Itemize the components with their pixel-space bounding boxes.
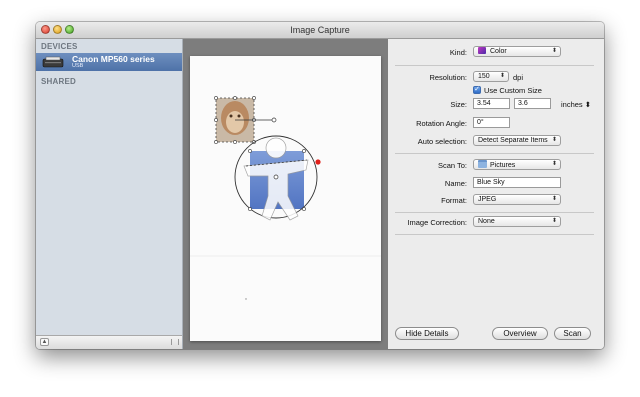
device-connection: USB xyxy=(72,63,84,69)
detected-photo-blue-sky[interactable] xyxy=(234,135,321,221)
name-label: Name: xyxy=(444,179,467,188)
image-capture-window: Image Capture DEVICES Canon MP560 series… xyxy=(36,22,604,349)
device-name: Canon MP560 series xyxy=(72,54,155,64)
eject-icon[interactable]: ▲ xyxy=(40,338,49,346)
auto-selection-label: Auto selection: xyxy=(417,137,467,146)
resize-grip-icon[interactable] xyxy=(171,339,179,345)
popup-arrows-icon: ⬍ xyxy=(499,73,505,79)
rotation-handle-icon xyxy=(315,159,321,165)
scan-to-label: Scan To: xyxy=(437,161,467,170)
sidebar-bottom-bar: ▲ xyxy=(36,335,182,349)
popup-arrows-icon: ⬍ xyxy=(551,137,557,143)
auto-selection-popup[interactable]: Detect Separate Items ⬍ xyxy=(473,135,561,146)
rotation-angle-label: Rotation Angle: xyxy=(416,119,467,128)
use-custom-size-label: Use Custom Size xyxy=(484,86,542,95)
separator xyxy=(395,153,594,154)
folder-icon xyxy=(478,160,487,168)
size-width-field[interactable]: 3.54 xyxy=(473,98,510,109)
hide-details-button[interactable]: Hide Details xyxy=(395,327,459,340)
title-bar: Image Capture xyxy=(36,22,604,39)
image-correction-value: None xyxy=(478,218,495,225)
zoom-window-button[interactable] xyxy=(65,25,74,34)
scan-to-popup[interactable]: Pictures ⬍ xyxy=(473,159,561,170)
scan-button[interactable]: Scan xyxy=(554,327,591,340)
popup-arrows-icon: ⬍ xyxy=(551,196,557,202)
size-unit-popup[interactable]: inches ⬍ xyxy=(561,100,591,109)
minimize-window-button[interactable] xyxy=(53,25,62,34)
format-label: Format: xyxy=(441,196,467,205)
resolution-unit: dpi xyxy=(513,73,524,82)
name-field[interactable]: Blue Sky xyxy=(473,177,561,188)
popup-arrows-icon: ⬍ xyxy=(584,100,592,109)
popup-arrows-icon: ⬍ xyxy=(551,218,557,224)
scan-settings-panel: Kind: Color ⬍ Resolution: 150 ⬍ dpi ✓ Us… xyxy=(389,39,604,349)
size-unit-value: inches xyxy=(561,100,583,109)
separator xyxy=(395,65,594,66)
devices-header: DEVICES xyxy=(41,42,78,51)
size-height-field[interactable]: 3.6 xyxy=(514,98,551,109)
close-window-button[interactable] xyxy=(41,25,50,34)
scan-to-value: Pictures xyxy=(490,162,516,169)
size-label: Size: xyxy=(450,100,467,109)
popup-arrows-icon: ⬍ xyxy=(551,48,557,54)
resolution-value: 150 xyxy=(478,73,490,80)
sidebar: DEVICES Canon MP560 series USB SHARED ▲ xyxy=(36,39,183,349)
resolution-popup[interactable]: 150 ⬍ xyxy=(473,71,509,82)
rotation-angle-field[interactable]: 0° xyxy=(473,117,510,128)
color-swatch-icon xyxy=(478,47,486,54)
overview-button[interactable]: Overview xyxy=(492,327,548,340)
kind-value: Color xyxy=(490,48,507,55)
detected-photo-lion[interactable] xyxy=(214,96,277,144)
use-custom-size-checkbox[interactable]: ✓ xyxy=(473,86,481,94)
preview-overlay xyxy=(190,96,381,300)
kind-label: Kind: xyxy=(449,48,467,57)
window-title: Image Capture xyxy=(290,25,350,35)
shared-header: SHARED xyxy=(41,77,76,86)
kind-popup[interactable]: Color ⬍ xyxy=(473,46,561,57)
printer-icon xyxy=(42,56,64,68)
sidebar-item-canon-mp560[interactable]: Canon MP560 series USB xyxy=(36,53,182,71)
auto-selection-value: Detect Separate Items xyxy=(478,137,548,144)
popup-arrows-icon: ⬍ xyxy=(551,161,557,167)
separator xyxy=(395,212,594,213)
scan-preview-area xyxy=(183,39,388,349)
format-popup[interactable]: JPEG ⬍ xyxy=(473,194,561,205)
image-correction-label: Image Correction: xyxy=(407,218,467,227)
separator xyxy=(395,234,594,235)
format-value: JPEG xyxy=(478,196,497,203)
resolution-label: Resolution: xyxy=(429,73,467,82)
image-correction-popup[interactable]: None ⬍ xyxy=(473,216,561,227)
scanned-page[interactable] xyxy=(190,56,381,341)
